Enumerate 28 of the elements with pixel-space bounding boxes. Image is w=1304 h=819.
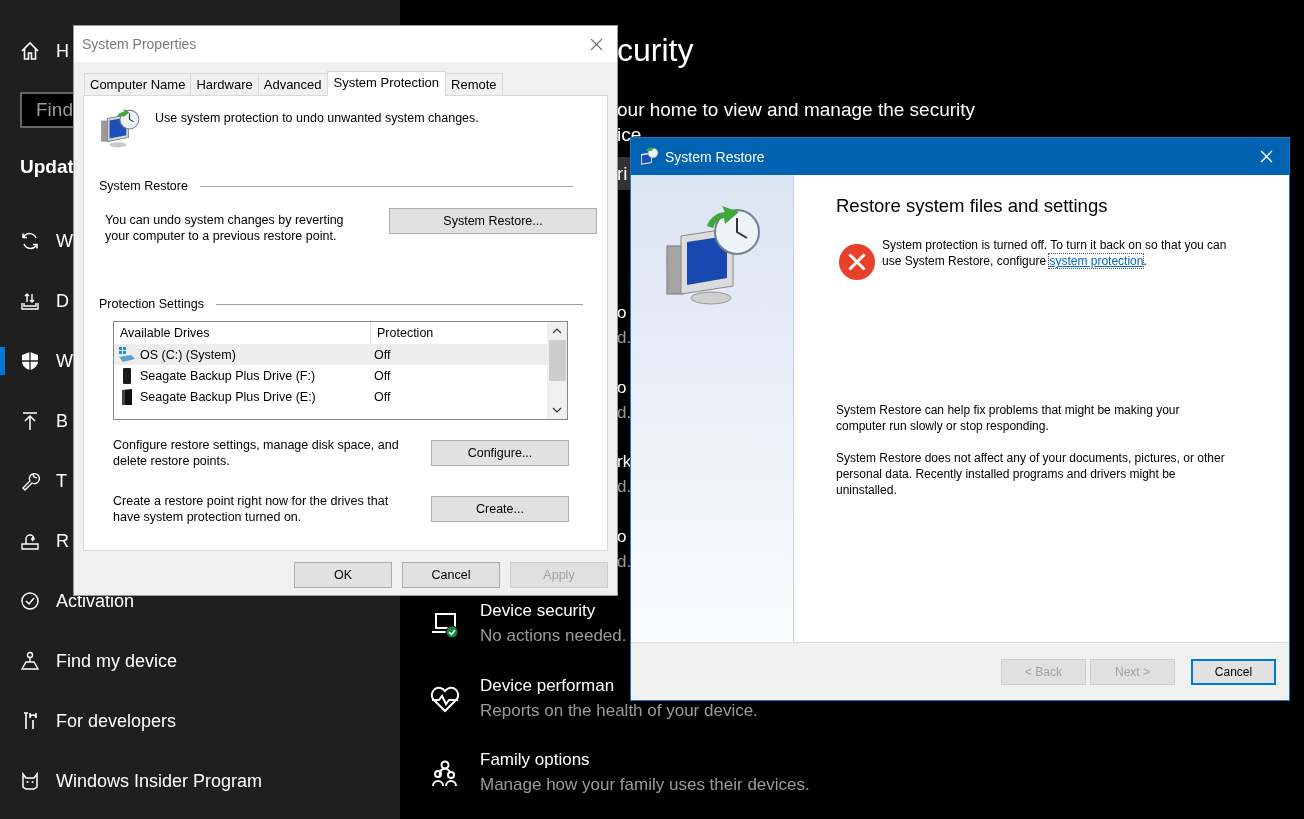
area-status: Reports on the health of your device. <box>480 699 758 722</box>
page-title: curity <box>617 31 695 70</box>
info-text: System Restore does not affect any of your documents, pictures, or other personal data. Recently installed programs and drivers might be uninstalled. <box>836 450 1226 498</box>
group-heading: Protection Settings <box>99 296 204 312</box>
area-status: No actions needed. <box>480 625 627 647</box>
window-title: System Restore <box>665 148 765 165</box>
protection-status: Off <box>373 367 391 384</box>
wizard-heading: Restore system files and settings <box>836 194 1109 218</box>
area-status: d. <box>617 550 632 573</box>
window-title: System Properties <box>82 36 197 52</box>
section-title: Updat <box>20 155 75 179</box>
area-status: d. <box>617 476 632 498</box>
error-message: System protection is turned off. To turn it back on so that you can use System Restore, configure system protection. <box>882 237 1227 269</box>
group-heading: System Restore <box>99 178 188 194</box>
info-text: System Restore can help fix problems that might be making your computer run slowly or stop responding. <box>836 402 1181 434</box>
restore-description: You can undo system changes by reverting your computer to a previous restore point. <box>105 212 345 244</box>
intro-text: Use system protection to undo unwanted system changes. <box>155 110 479 126</box>
create-description: Create a restore point right now for the drives that have system protection turned on. <box>113 493 390 525</box>
protection-status: Off <box>373 346 391 363</box>
drive-name: Seagate Backup Plus Drive (F:) <box>140 367 316 384</box>
description-text: our home to view and manage the security <box>617 98 977 122</box>
area-status: Manage how your family uses their devices. <box>480 774 810 796</box>
protection-status: Off <box>373 388 391 405</box>
area-status: d. <box>617 327 632 349</box>
configure-description: Configure restore settings, manage disk space, and delete restore points. <box>113 437 400 469</box>
drive-name: Seagate Backup Plus Drive (E:) <box>140 388 316 405</box>
area-status: d. <box>617 401 632 424</box>
drive-name: OS (C:) (System) <box>140 346 236 363</box>
